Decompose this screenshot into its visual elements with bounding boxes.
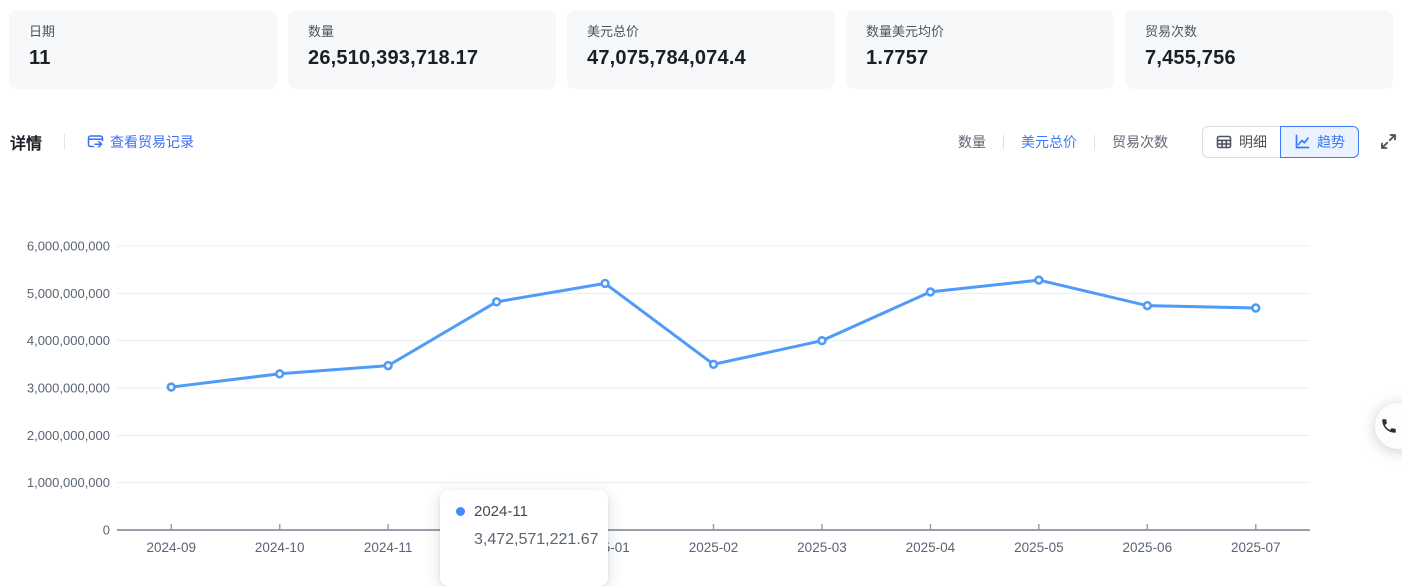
svg-text:2025-03: 2025-03 xyxy=(797,540,847,555)
tooltip-category: 2024-11 xyxy=(474,503,528,520)
chart-tooltip: 2024-11 3,472,571,221.67 xyxy=(440,490,608,586)
phone-icon xyxy=(1380,417,1398,435)
tooltip-value: 3,472,571,221.67 xyxy=(474,531,592,549)
svg-text:4,000,000,000: 4,000,000,000 xyxy=(27,333,110,348)
svg-text:1,000,000,000: 1,000,000,000 xyxy=(27,475,110,490)
svg-text:2024-10: 2024-10 xyxy=(255,540,305,555)
blue-dot-icon xyxy=(456,507,465,516)
svg-text:2025-04: 2025-04 xyxy=(906,540,956,555)
svg-text:3,000,000,000: 3,000,000,000 xyxy=(27,381,110,396)
trend-chart[interactable]: 0 1,000,000,000 2,000,000,000 3,000,000,000… xyxy=(0,0,1402,566)
svg-text:2025-05: 2025-05 xyxy=(1014,540,1064,555)
svg-text:2025-02: 2025-02 xyxy=(689,540,739,555)
svg-text:2,000,000,000: 2,000,000,000 xyxy=(27,428,110,443)
svg-text:2025-07: 2025-07 xyxy=(1231,540,1281,555)
svg-text:5,000,000,000: 5,000,000,000 xyxy=(27,286,110,301)
svg-text:2024-11: 2024-11 xyxy=(364,540,413,555)
svg-text:0: 0 xyxy=(103,523,110,538)
svg-text:6,000,000,000: 6,000,000,000 xyxy=(27,239,110,254)
svg-text:2025-06: 2025-06 xyxy=(1123,540,1173,555)
svg-text:2024-09: 2024-09 xyxy=(146,540,196,555)
